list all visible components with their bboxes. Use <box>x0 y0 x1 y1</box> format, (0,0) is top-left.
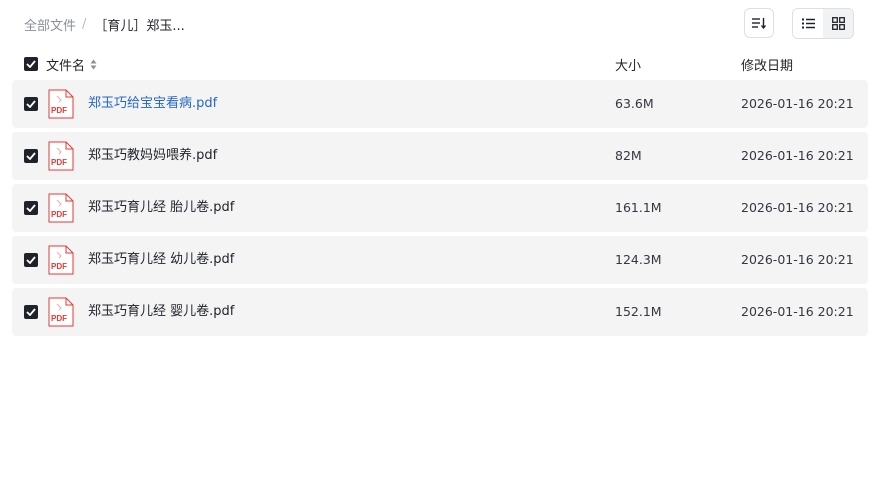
row-checkbox[interactable] <box>24 305 38 319</box>
view-toggle <box>792 8 854 39</box>
grid-view-icon <box>831 17 845 30</box>
breadcrumb-root[interactable]: 全部文件 <box>24 15 76 34</box>
sort-list-icon <box>752 18 766 29</box>
file-row[interactable]: PDF 郑玉巧教妈妈喂养.pdf 82M 2026-01-16 20:21 <box>12 132 868 180</box>
row-checkbox[interactable] <box>24 201 38 215</box>
svg-text:PDF: PDF <box>51 106 67 115</box>
svg-text:PDF: PDF <box>51 262 67 271</box>
breadcrumb: 全部文件 / ［育儿］郑玉... <box>24 14 185 34</box>
file-modified-date: 2026-01-16 20:21 <box>741 304 854 319</box>
select-all-checkbox[interactable] <box>24 52 38 76</box>
file-row[interactable]: PDF 郑玉巧给宝宝看病.pdf 63.6M 2026-01-16 20:21 <box>12 80 868 128</box>
list-view-button[interactable] <box>793 9 823 38</box>
file-size: 124.3M <box>615 252 662 267</box>
check-icon <box>26 204 36 212</box>
file-size: 161.1M <box>615 200 662 215</box>
file-modified-date: 2026-01-16 20:21 <box>741 200 854 215</box>
file-name[interactable]: 郑玉巧给宝宝看病.pdf <box>88 80 217 128</box>
size-column-header[interactable]: 大小 <box>615 52 641 76</box>
modified-column-header[interactable]: 修改日期 <box>741 52 793 76</box>
file-modified-date: 2026-01-16 20:21 <box>741 148 854 163</box>
file-row[interactable]: PDF 郑玉巧育儿经 胎儿卷.pdf 161.1M 2026-01-16 20:… <box>12 184 868 232</box>
pdf-file-icon: PDF <box>48 245 74 275</box>
checkbox-box <box>24 57 38 71</box>
pdf-file-icon: PDF <box>48 89 74 119</box>
file-name[interactable]: 郑玉巧育儿经 幼儿卷.pdf <box>88 236 234 284</box>
check-icon <box>26 308 36 316</box>
svg-text:PDF: PDF <box>51 314 67 323</box>
check-icon <box>26 60 36 68</box>
file-modified-date: 2026-01-16 20:21 <box>741 252 854 267</box>
file-name[interactable]: 郑玉巧教妈妈喂养.pdf <box>88 132 217 180</box>
name-column-header[interactable]: 文件名 <box>46 52 97 76</box>
list-view-icon <box>801 18 815 29</box>
grid-view-button[interactable] <box>823 9 853 38</box>
file-name[interactable]: 郑玉巧育儿经 婴儿卷.pdf <box>88 288 234 336</box>
sort-arrows-icon <box>90 59 97 70</box>
file-size: 63.6M <box>615 96 654 111</box>
pdf-file-icon: PDF <box>48 193 74 223</box>
file-row[interactable]: PDF 郑玉巧育儿经 婴儿卷.pdf 152.1M 2026-01-16 20:… <box>12 288 868 336</box>
breadcrumb-current: ［育儿］郑玉... <box>94 18 185 34</box>
row-checkbox[interactable] <box>24 149 38 163</box>
row-checkbox[interactable] <box>24 97 38 111</box>
file-list: PDF 郑玉巧给宝宝看病.pdf 63.6M 2026-01-16 20:21 … <box>12 80 868 340</box>
check-icon <box>26 100 36 108</box>
table-header: 文件名 大小 修改日期 <box>12 52 868 76</box>
file-size: 82M <box>615 148 642 163</box>
pdf-file-icon: PDF <box>48 141 74 171</box>
svg-text:PDF: PDF <box>51 210 67 219</box>
check-icon <box>26 152 36 160</box>
file-name[interactable]: 郑玉巧育儿经 胎儿卷.pdf <box>88 184 234 232</box>
row-checkbox[interactable] <box>24 253 38 267</box>
check-icon <box>26 256 36 264</box>
svg-text:PDF: PDF <box>51 158 67 167</box>
pdf-file-icon: PDF <box>48 297 74 327</box>
file-size: 152.1M <box>615 304 662 319</box>
sort-button[interactable] <box>744 8 774 38</box>
name-column-label: 文件名 <box>46 58 86 74</box>
breadcrumb-separator: / <box>82 16 87 32</box>
file-row[interactable]: PDF 郑玉巧育儿经 幼儿卷.pdf 124.3M 2026-01-16 20:… <box>12 236 868 284</box>
file-modified-date: 2026-01-16 20:21 <box>741 96 854 111</box>
